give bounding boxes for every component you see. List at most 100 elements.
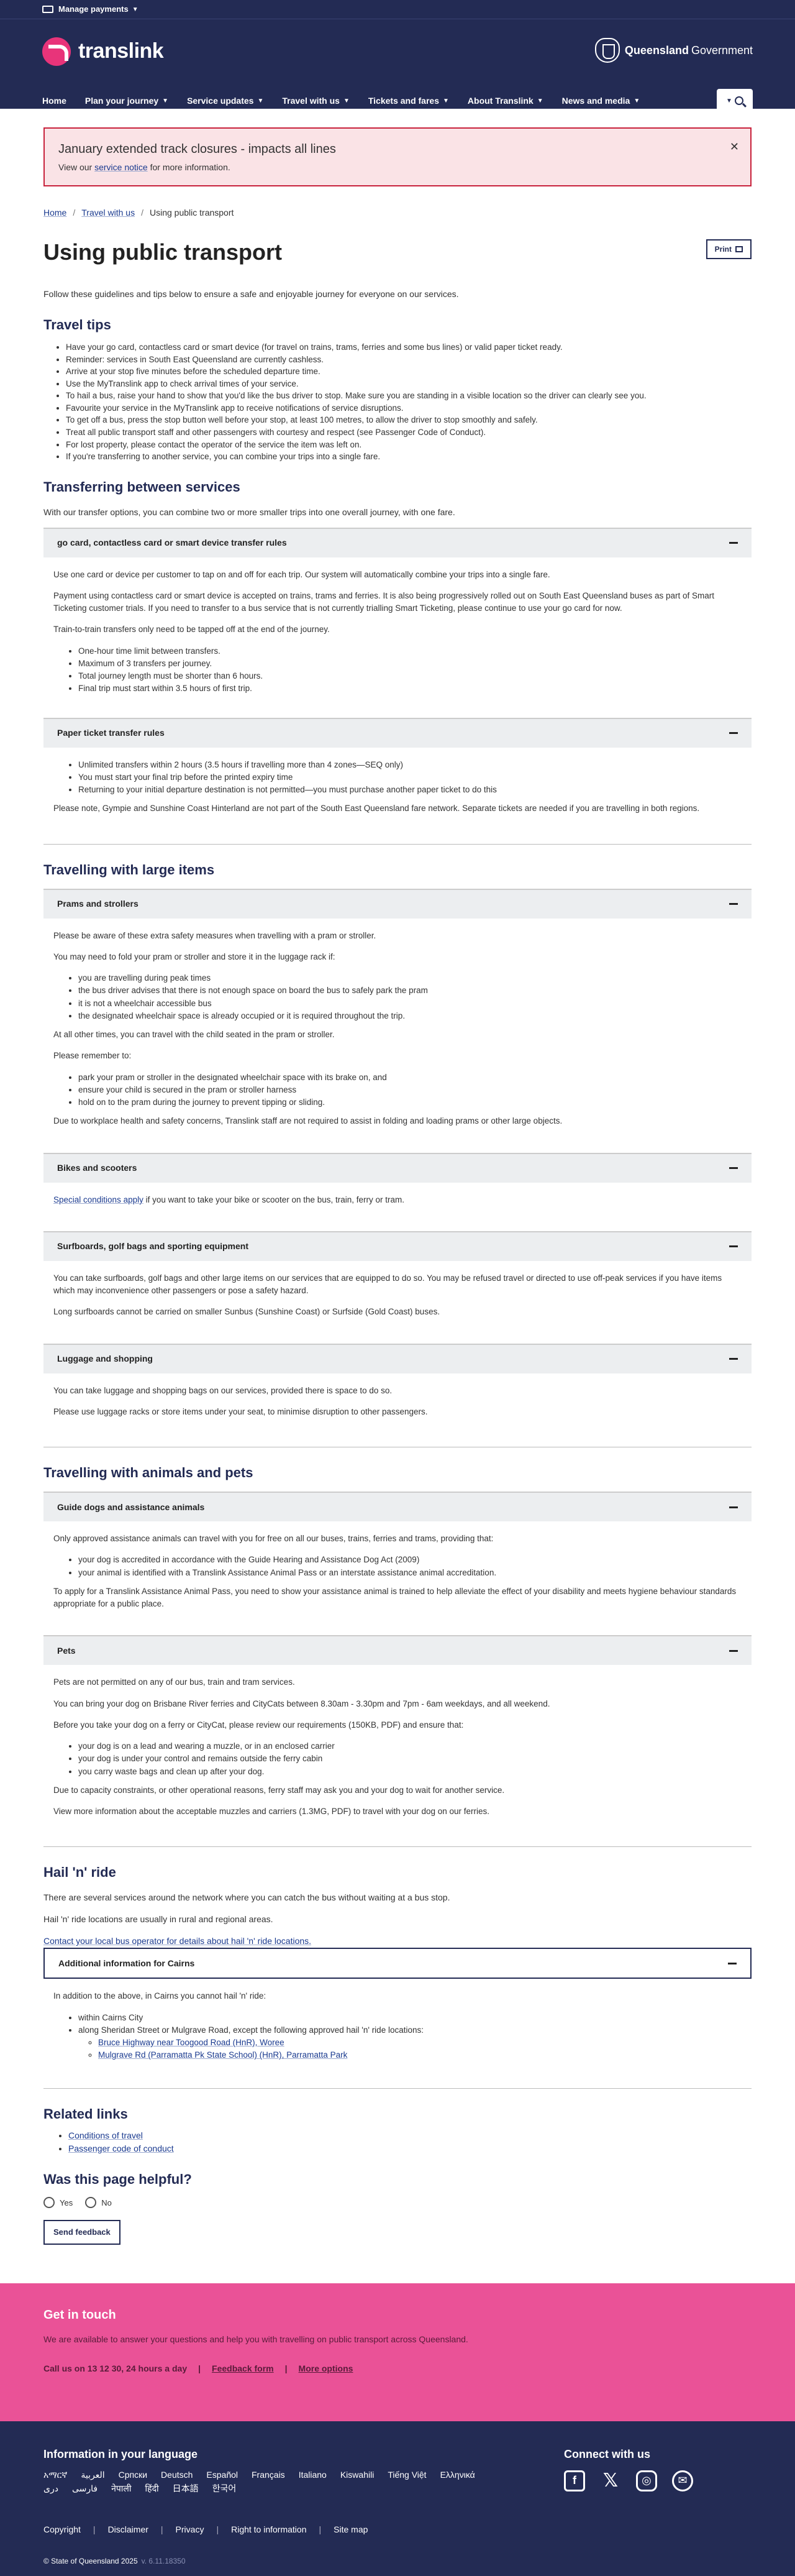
queensland-government-logo[interactable]: Queensland Government	[594, 38, 753, 63]
language-link[interactable]: አማርኛ	[43, 2468, 67, 2482]
breadcrumb-current: Using public transport	[149, 208, 234, 218]
list-item: For lost property, please contact the op…	[66, 439, 752, 451]
contact-bus-operator-link[interactable]: Contact your local bus operator for deta…	[43, 1936, 311, 1946]
search-button[interactable]: ▼	[717, 89, 753, 112]
hnr-location-link[interactable]: Bruce Highway near Toogood Road (HnR), W…	[98, 2038, 284, 2047]
facebook-icon[interactable]: f	[564, 2470, 585, 2491]
animals-heading: Travelling with animals and pets	[43, 1465, 253, 1481]
right-to-information-link[interactable]: Right to information	[231, 2524, 306, 2534]
accordion-toggle[interactable]: Additional information for Cairns	[45, 1949, 750, 1978]
language-link[interactable]: नेपाली	[111, 2482, 131, 2495]
print-button[interactable]: Print	[706, 239, 752, 259]
list-item: it is not a wheelchair accessible bus	[78, 997, 742, 1010]
instagram-icon[interactable]: ◎	[636, 2470, 657, 2491]
accordion-body: Only approved assistance animals can tra…	[43, 1521, 752, 1626]
list-item: Final trip must start within 3.5 hours o…	[78, 682, 742, 695]
chevron-down-icon: ▼	[343, 97, 350, 104]
main-navigation: Home Plan your journey ▼ Service updates ▼…	[42, 89, 753, 112]
language-link[interactable]: Français	[252, 2468, 285, 2482]
helpful-options: Yes No	[43, 2197, 752, 2209]
disclaimer-link[interactable]: Disclaimer	[108, 2524, 148, 2534]
passenger-code-link[interactable]: Passenger code of conduct	[68, 2143, 174, 2153]
breadcrumb-home[interactable]: Home	[43, 206, 66, 219]
connect-with-us: Connect with us f 𝕏 ◎ ✉	[564, 2446, 708, 2491]
accordion-toggle[interactable]: Prams and strollers	[43, 889, 752, 919]
nav-about-translink[interactable]: About Translink ▼	[468, 94, 543, 108]
minus-icon	[728, 1962, 737, 1964]
payment-card-icon	[42, 6, 53, 13]
nav-plan-your-journey[interactable]: Plan your journey ▼	[85, 94, 168, 108]
accordion-toggle[interactable]: Bikes and scooters	[43, 1153, 752, 1183]
accordion-toggle[interactable]: Paper ticket transfer rules	[43, 718, 752, 748]
minus-icon	[729, 903, 738, 905]
site-footer: Information in your language አማርኛ العربي…	[0, 2421, 795, 2576]
minus-icon	[729, 1167, 738, 1170]
more-options-link[interactable]: More options	[299, 2362, 353, 2375]
list-item: To hail a bus, raise your hand to show t…	[66, 390, 752, 402]
accordion-toggle[interactable]: Luggage and shopping	[43, 1344, 752, 1373]
conditions-of-travel-link[interactable]: Conditions of travel	[68, 2130, 143, 2140]
privacy-link[interactable]: Privacy	[176, 2524, 204, 2534]
hail-heading: Hail 'n' ride	[43, 1864, 116, 1881]
service-notice-link[interactable]: service notice	[94, 162, 148, 172]
language-link[interactable]: Tiếng Việt	[388, 2468, 426, 2482]
language-link[interactable]: Español	[206, 2468, 238, 2482]
list-item: Returning to your initial departure dest…	[78, 784, 742, 796]
nav-label: Travel with us	[282, 95, 340, 106]
feedback-form-link[interactable]: Feedback form	[212, 2362, 274, 2375]
language-link[interactable]: Ελληνικά	[440, 2468, 475, 2482]
language-link[interactable]: Kiswahili	[340, 2468, 374, 2482]
accordion-prams: Prams and strollers Please be aware of t…	[43, 888, 752, 1144]
language-link[interactable]: Deutsch	[161, 2468, 193, 2482]
accordion-body: Unlimited transfers within 2 hours (3.5 …	[43, 748, 752, 832]
nav-service-updates[interactable]: Service updates ▼	[187, 94, 263, 108]
call-us-link[interactable]: Call us on 13 12 30, 24 hours a day	[43, 2362, 187, 2375]
translink-logo[interactable]: translink	[42, 35, 164, 67]
list-item: Mulgrave Rd (Parramatta Pk State School)…	[98, 2049, 742, 2061]
nav-home[interactable]: Home	[42, 94, 66, 108]
accordion-toggle[interactable]: Guide dogs and assistance animals	[43, 1493, 752, 1522]
hnr-location-link[interactable]: Mulgrave Rd (Parramatta Pk State School)…	[98, 2050, 347, 2060]
radio-no[interactable]	[85, 2197, 97, 2209]
helpful-heading: Was this page helpful?	[43, 2171, 192, 2187]
close-icon[interactable]: ✕	[730, 139, 739, 155]
nav-tickets-and-fares[interactable]: Tickets and fares ▼	[368, 94, 449, 108]
manage-payments-link[interactable]: Manage payments	[58, 3, 129, 16]
email-icon[interactable]: ✉	[672, 2470, 693, 2491]
accordion-toggle[interactable]: Pets	[43, 1636, 752, 1666]
travel-tips-list: Have your go card, contactless card or s…	[43, 341, 752, 463]
chevron-down-icon: ▼	[132, 6, 139, 13]
nav-travel-with-us[interactable]: Travel with us ▼	[282, 94, 350, 108]
minus-icon	[729, 1358, 738, 1360]
language-link[interactable]: हिंदी	[145, 2482, 159, 2495]
list-item: Maximum of 3 transfers per journey.	[78, 658, 742, 670]
related-heading: Related links	[43, 2106, 128, 2122]
alert-body: View our service notice for more informa…	[58, 162, 230, 172]
language-link[interactable]: العربية	[81, 2468, 104, 2482]
language-link[interactable]: فارسی	[72, 2482, 98, 2495]
accordion-toggle[interactable]: Surfboards, golf bags and sporting equip…	[43, 1232, 752, 1261]
list-item: If you're transferring to another servic…	[66, 451, 752, 463]
list-item: the bus driver advises that there is not…	[78, 984, 742, 997]
printer-icon	[735, 246, 743, 252]
minus-icon	[729, 1245, 738, 1248]
radio-yes[interactable]	[43, 2197, 55, 2209]
breadcrumb-travel-with-us[interactable]: Travel with us	[81, 206, 135, 219]
copyright-link[interactable]: Copyright	[43, 2524, 81, 2534]
language-link[interactable]: 日本語	[173, 2482, 199, 2495]
special-conditions-link[interactable]: Special conditions apply	[53, 1195, 143, 1204]
nav-news-and-media[interactable]: News and media ▼	[562, 94, 640, 108]
list-item: the designated wheelchair space is alrea…	[78, 1010, 742, 1022]
x-icon[interactable]: 𝕏	[600, 2470, 621, 2491]
minus-icon	[729, 542, 738, 544]
language-link[interactable]: 한국어	[212, 2482, 237, 2495]
accordion-toggle[interactable]: go card, contactless card or smart devic…	[43, 528, 752, 557]
site-map-link[interactable]: Site map	[334, 2524, 368, 2534]
chevron-down-icon: ▼	[257, 97, 264, 104]
language-link[interactable]: دری	[43, 2482, 58, 2495]
send-feedback-button[interactable]: Send feedback	[43, 2220, 120, 2245]
language-link[interactable]: Српски	[119, 2468, 147, 2482]
language-link[interactable]: Italiano	[299, 2468, 327, 2482]
accordion-pets: Pets Pets are not permitted on any of ou…	[43, 1635, 752, 1834]
contact-title: Get in touch	[43, 2308, 116, 2322]
